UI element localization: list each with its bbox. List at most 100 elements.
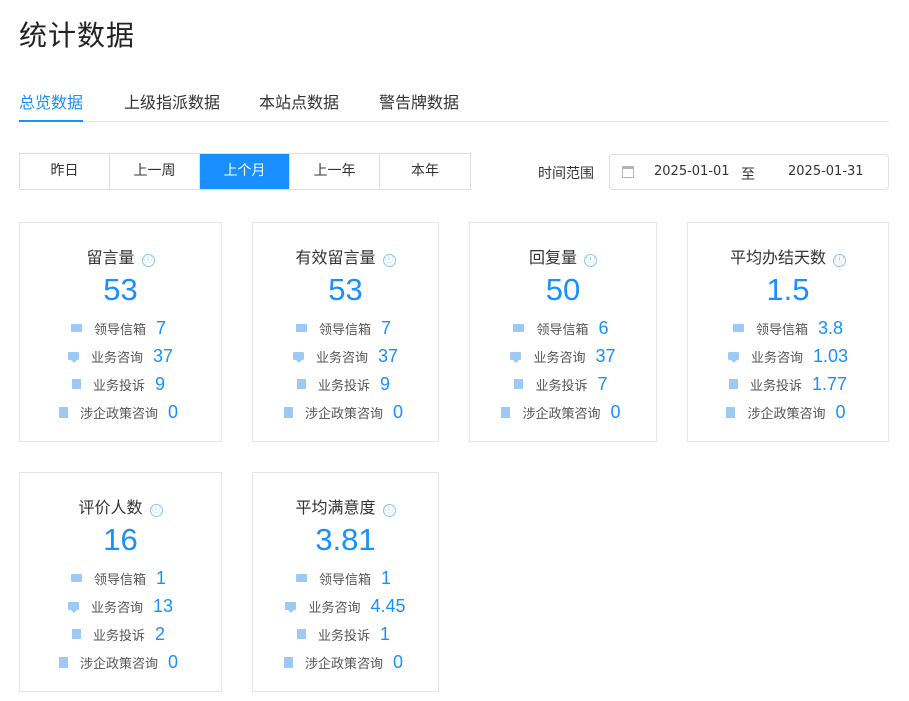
tab-this-site[interactable]: 本站点数据	[259, 89, 339, 113]
breakdown-label: 业务投诉	[317, 378, 370, 394]
stat-card-avg-satisfaction: 平均满意度 ⓘ 3.81 领导信箱 1 业务咨询 4.45 业务投诉 1 涉企政策咨询 0	[252, 472, 439, 692]
period-this-year-button[interactable]: 本年	[380, 154, 470, 189]
date-range-separator: 至	[741, 167, 755, 183]
breakdown-label: 领导信箱	[318, 322, 371, 338]
breakdown-value: 1	[156, 567, 167, 588]
breakdown-label: 领导信箱	[536, 322, 589, 338]
date-range-start[interactable]: 2025-01-01	[654, 164, 730, 179]
stat-card-title-text: 评价人数	[78, 498, 143, 517]
complaint-icon	[514, 379, 524, 389]
stat-card-message-count: 留言量 ⓘ 53 领导信箱 7 业务咨询 37 业务投诉 9 涉企政策咨询 0	[19, 222, 222, 442]
stat-card-breakdown: 领导信箱 7 业务咨询 37 业务投诉 9 涉企政策咨询 0	[20, 314, 221, 426]
breakdown-value: 37	[595, 345, 616, 366]
period-last-year-button[interactable]: 上一年	[290, 154, 380, 189]
stat-card-title-text: 平均办结天数	[729, 248, 826, 267]
breakdown-label: 涉企政策咨询	[79, 406, 158, 422]
breakdown-row: 领导信箱 1	[20, 564, 221, 592]
breakdown-value: 1	[381, 567, 392, 588]
breakdown-label: 业务投诉	[92, 628, 145, 644]
breakdown-row: 业务咨询 1.03	[688, 342, 888, 370]
breakdown-row: 领导信箱 7	[20, 314, 221, 342]
complaint-icon	[296, 379, 306, 389]
stat-card-value: 1.5	[766, 272, 810, 307]
date-range-picker[interactable]: 2025-01-01 至 2025-01-31	[609, 154, 889, 190]
mail-icon	[70, 324, 82, 332]
chat-icon	[67, 602, 79, 613]
breakdown-label: 业务咨询	[308, 600, 361, 616]
complaint-icon	[296, 629, 306, 639]
stat-card-breakdown: 领导信箱 1 业务咨询 4.45 业务投诉 1 涉企政策咨询 0	[253, 564, 438, 676]
breakdown-row: 业务咨询 13	[20, 592, 221, 620]
active-tab-underline	[19, 120, 83, 122]
info-icon[interactable]: ⓘ	[382, 504, 396, 517]
stat-card-rater-count: 评价人数 ⓘ 16 领导信箱 1 业务咨询 13 业务投诉 2 涉企政策咨询 0	[19, 472, 222, 692]
breakdown-row: 领导信箱 3.8	[688, 314, 888, 342]
breakdown-row: 业务投诉 2	[20, 620, 221, 648]
breakdown-row: 业务投诉 7	[470, 370, 656, 398]
chat-icon	[510, 352, 522, 363]
info-icon[interactable]: ⓘ	[149, 504, 163, 517]
breakdown-value: 2	[155, 623, 166, 644]
breakdown-label: 业务投诉	[92, 378, 145, 394]
stat-card-value: 53	[328, 272, 363, 307]
info-icon[interactable]: ⓘ	[833, 254, 846, 267]
date-range-end[interactable]: 2025-01-31	[788, 164, 864, 179]
info-icon[interactable]: ⓘ	[584, 254, 597, 267]
stat-card-reply-count: 回复量 ⓘ 50 领导信箱 6 业务咨询 37 业务投诉 7 涉企政策咨询 0	[469, 222, 657, 442]
breakdown-label: 涉企政策咨询	[522, 406, 601, 422]
breakdown-value: 9	[155, 373, 166, 394]
stat-card-title-text: 回复量	[528, 248, 577, 267]
breakdown-value: 3.8	[817, 317, 844, 338]
breakdown-label: 领导信箱	[755, 322, 808, 338]
breakdown-value: 0	[393, 651, 404, 672]
breakdown-value: 1	[380, 623, 391, 644]
stat-card-breakdown: 领导信箱 6 业务咨询 37 业务投诉 7 涉企政策咨询 0	[470, 314, 656, 426]
period-last-month-button[interactable]: 上个月	[200, 154, 290, 189]
breakdown-row: 业务咨询 37	[470, 342, 656, 370]
breakdown-row: 涉企政策咨询 0	[688, 398, 888, 426]
info-icon[interactable]: ⓘ	[141, 254, 155, 267]
tab-assigned[interactable]: 上级指派数据	[124, 89, 220, 113]
stat-card-title-text: 平均满意度	[295, 498, 376, 517]
breakdown-label: 业务咨询	[750, 350, 803, 366]
policy-file-icon	[58, 656, 68, 668]
stat-card-value: 53	[103, 272, 138, 307]
tab-bar: 总览数据 上级指派数据 本站点数据 警告牌数据	[19, 86, 889, 122]
breakdown-label: 涉企政策咨询	[79, 656, 158, 672]
breakdown-label: 业务投诉	[749, 378, 802, 394]
breakdown-value: 7	[156, 317, 167, 338]
mail-icon	[295, 324, 307, 332]
breakdown-label: 涉企政策咨询	[304, 656, 383, 672]
tab-warning-sign[interactable]: 警告牌数据	[379, 89, 459, 113]
breakdown-value: 13	[152, 595, 174, 616]
breakdown-row: 业务投诉 1	[253, 620, 438, 648]
period-yesterday-button[interactable]: 昨日	[20, 154, 110, 189]
stat-card-breakdown: 领导信箱 7 业务咨询 37 业务投诉 9 涉企政策咨询 0	[253, 314, 438, 426]
breakdown-row: 业务咨询 37	[20, 342, 221, 370]
date-range-label: 时间范围	[538, 166, 594, 182]
stat-card-value: 3.81	[315, 522, 376, 557]
chat-icon	[727, 352, 739, 363]
breakdown-row: 业务投诉 9	[253, 370, 438, 398]
info-icon[interactable]: ⓘ	[382, 254, 396, 267]
tab-overview[interactable]: 总览数据	[19, 89, 83, 113]
stat-card-title: 留言量 ⓘ	[20, 244, 221, 268]
breakdown-label: 涉企政策咨询	[304, 406, 383, 422]
stat-card-avg-days: 平均办结天数 ⓘ 1.5 领导信箱 3.8 业务咨询 1.03 业务投诉 1.77 涉企政策咨询 0	[687, 222, 889, 442]
breakdown-label: 业务投诉	[535, 378, 588, 394]
breakdown-label: 业务投诉	[317, 628, 370, 644]
breakdown-value: 1.77	[811, 373, 848, 394]
breakdown-label: 业务咨询	[533, 350, 586, 366]
breakdown-value: 1.03	[812, 345, 849, 366]
breakdown-row: 领导信箱 6	[470, 314, 656, 342]
policy-file-icon	[283, 406, 293, 418]
breakdown-value: 7	[381, 317, 392, 338]
period-last-week-button[interactable]: 上一周	[110, 154, 200, 189]
breakdown-label: 业务咨询	[90, 600, 143, 616]
breakdown-value: 37	[152, 345, 174, 366]
complaint-icon	[71, 629, 81, 639]
calendar-icon	[622, 166, 634, 178]
breakdown-label: 领导信箱	[93, 322, 146, 338]
breakdown-value: 6	[598, 317, 609, 338]
stat-card-title: 评价人数 ⓘ	[20, 494, 221, 518]
